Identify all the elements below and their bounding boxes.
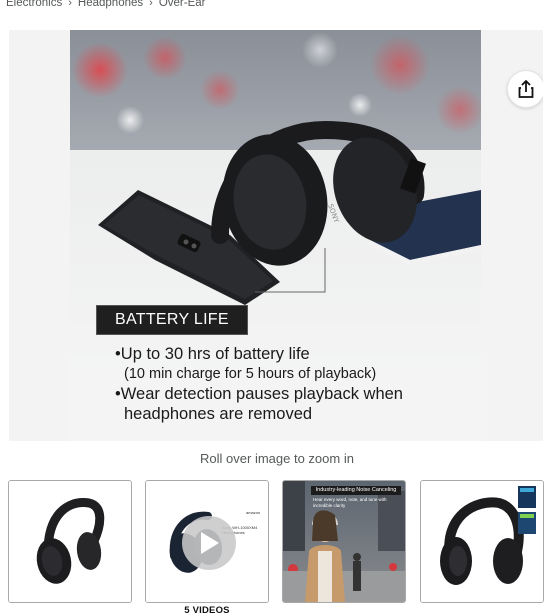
feature-bullets: •Up to 30 hrs of battery life (10 min ch… (115, 344, 475, 424)
thumbnail-4[interactable] (420, 480, 544, 603)
zoom-hint: Roll over image to zoom in (200, 451, 354, 466)
main-product-image[interactable]: SONY BATTERY LIFE •Up to 30 hrs of batte… (70, 30, 481, 441)
videos-count-label[interactable]: 5 VIDEOS (145, 605, 269, 616)
chevron-right-icon: › (68, 0, 72, 9)
breadcrumb-electronics[interactable]: Electronics (6, 0, 62, 9)
share-icon (518, 80, 534, 98)
noise-cancelling-subtext: Hear every word, note, and tune with inc… (313, 497, 387, 508)
main-image-frame: SONY BATTERY LIFE •Up to 30 hrs of batte… (9, 30, 543, 441)
battery-life-label: BATTERY LIFE (96, 305, 248, 335)
bullet-wear-detection: •Wear detection pauses playback when (115, 385, 403, 403)
thumbnail-video[interactable]: amazon Sony WH-1000XM4 Headphones (145, 480, 269, 603)
breadcrumb: Electronics › Headphones › Over-Ear (6, 0, 205, 10)
thumbnail-1[interactable] (8, 480, 132, 603)
bullet-removed: headphones are removed (124, 405, 313, 423)
breadcrumb-headphones[interactable]: Headphones (78, 0, 143, 9)
breadcrumb-over-ear[interactable]: Over-Ear (159, 0, 206, 9)
amazon-logo: amazon (246, 510, 261, 515)
chevron-right-icon: › (149, 0, 153, 9)
noise-cancelling-banner: Industry-leading Noise Canceling (311, 486, 401, 495)
share-button[interactable] (507, 70, 543, 108)
bullet-charge: (10 min charge for 5 hours of playback) (124, 366, 377, 382)
play-button[interactable] (182, 516, 236, 570)
thumbnail-3[interactable]: Industry-leading Noise Canceling Hear ev… (282, 480, 406, 603)
play-icon (201, 532, 219, 554)
headphones-award-thumbnail (421, 481, 543, 602)
bullet-battery: •Up to 30 hrs of battery life (115, 345, 310, 363)
headphones-thumbnail (9, 481, 131, 602)
